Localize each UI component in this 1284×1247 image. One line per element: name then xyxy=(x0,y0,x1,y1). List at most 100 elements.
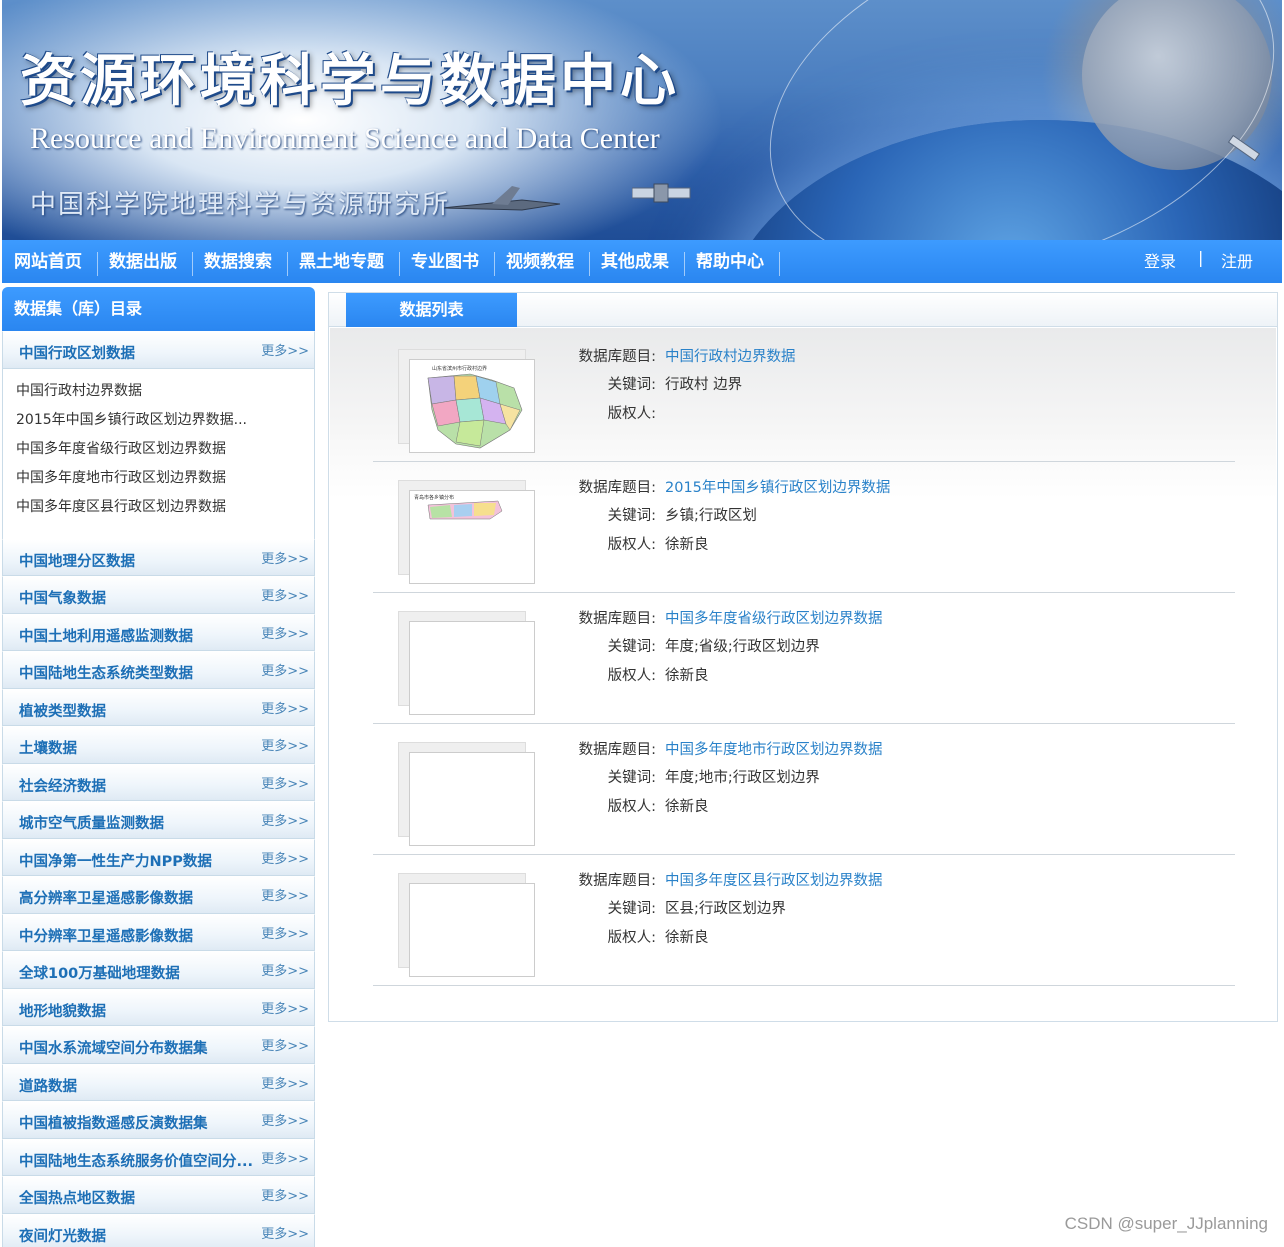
nav-video-tutorials[interactable]: 视频教程 xyxy=(506,250,574,274)
category-row[interactable]: 中国陆地生态系统类型数据 更多>> xyxy=(2,651,315,689)
keywords-value: 年度;省级;行政区划边界 xyxy=(665,639,820,655)
category-name[interactable]: 社会经济数据 xyxy=(19,775,106,796)
category-name[interactable]: 中国气象数据 xyxy=(19,587,106,608)
owner-value: 徐新良 xyxy=(665,537,709,553)
dataset-thumbnail[interactable]: 青岛市各乡镇分布 xyxy=(409,490,535,584)
nav-help-center[interactable]: 帮助中心 xyxy=(696,250,764,274)
dataset-title-link[interactable]: 中国多年度地市行政区划边界数据 xyxy=(665,738,883,759)
sublist-item[interactable]: 2015年中国乡镇行政区划边界数据... xyxy=(16,406,301,435)
nav-books[interactable]: 专业图书 xyxy=(411,250,479,274)
category-row[interactable]: 地形地貌数据 更多>> xyxy=(2,988,315,1026)
category-name[interactable]: 中国陆地生态系统类型数据 xyxy=(19,662,193,683)
keywords-value: 区县;行政区划边界 xyxy=(665,901,786,917)
sublist-item[interactable]: 中国行政村边界数据 xyxy=(16,377,301,406)
category-row[interactable]: 全球100万基础地理数据 更多>> xyxy=(2,951,315,989)
category-row[interactable]: 中国地理分区数据 更多>> xyxy=(2,538,315,576)
more-link[interactable]: 更多>> xyxy=(261,773,309,792)
login-link[interactable]: 登录 xyxy=(1144,248,1176,272)
category-row[interactable]: 道路数据 更多>> xyxy=(2,1063,315,1101)
category-row[interactable]: 植被类型数据 更多>> xyxy=(2,688,315,726)
dataset-thumbnail[interactable] xyxy=(409,883,535,977)
sublist-item[interactable]: 中国多年度区县行政区划边界数据 xyxy=(16,493,301,522)
more-link[interactable]: 更多>> xyxy=(261,1148,309,1167)
more-link[interactable]: 更多>> xyxy=(261,1185,309,1204)
more-link[interactable]: 更多>> xyxy=(261,923,309,942)
more-link[interactable]: 更多>> xyxy=(261,735,309,754)
dataset-thumbnail[interactable]: 山东省滨州市行政村边界 xyxy=(409,359,535,453)
category-row[interactable]: 全国热点地区数据 更多>> xyxy=(2,1176,315,1214)
more-link[interactable]: 更多>> xyxy=(261,585,309,604)
more-link[interactable]: 更多>> xyxy=(261,960,309,979)
site-title-en: Resource and Environment Science and Dat… xyxy=(30,122,660,155)
category-row[interactable]: 社会经济数据 更多>> xyxy=(2,763,315,801)
category-sublist: 中国行政村边界数据 2015年中国乡镇行政区划边界数据... 中国多年度省级行政… xyxy=(2,368,315,539)
dataset-title-link[interactable]: 2015年中国乡镇行政区划边界数据 xyxy=(665,476,890,497)
dataset-thumbnail[interactable] xyxy=(409,621,535,715)
sublist-item[interactable]: 中国多年度省级行政区划边界数据 xyxy=(16,435,301,464)
dataset-catalog-sidebar: 数据集（库）目录 中国行政区划数据 更多>> 中国行政村边界数据 2015年中国… xyxy=(2,287,315,1247)
nav-black-soil[interactable]: 黑土地专题 xyxy=(299,250,384,274)
category-name[interactable]: 全球100万基础地理数据 xyxy=(19,962,180,983)
title-label: 数据库题目: xyxy=(578,873,656,889)
category-name[interactable]: 中国净第一性生产力NPP数据 xyxy=(19,850,212,871)
category-row[interactable]: 夜间灯光数据 更多>> xyxy=(2,1213,315,1247)
category-name[interactable]: 中国陆地生态系统服务价值空间分... xyxy=(19,1150,253,1171)
nav-home[interactable]: 网站首页 xyxy=(14,250,82,274)
category-name[interactable]: 中国土地利用遥感监测数据 xyxy=(19,625,193,646)
category-name[interactable]: 土壤数据 xyxy=(19,737,77,758)
more-link[interactable]: 更多>> xyxy=(261,623,309,642)
more-link[interactable]: 更多>> xyxy=(261,548,309,567)
more-link[interactable]: 更多>> xyxy=(261,660,309,679)
category-row[interactable]: 中国土地利用遥感监测数据 更多>> xyxy=(2,613,315,651)
category-name[interactable]: 全国热点地区数据 xyxy=(19,1187,135,1208)
category-row[interactable]: 中国净第一性生产力NPP数据 更多>> xyxy=(2,838,315,876)
category-name[interactable]: 中国水系流域空间分布数据集 xyxy=(19,1037,208,1058)
category-name[interactable]: 中国行政区划数据 xyxy=(19,342,135,363)
keywords-label: 关键词: xyxy=(607,770,656,786)
category-row[interactable]: 中国水系流域空间分布数据集 更多>> xyxy=(2,1026,315,1064)
category-name[interactable]: 地形地貌数据 xyxy=(19,1000,106,1021)
more-link[interactable]: 更多>> xyxy=(261,848,309,867)
category-row[interactable]: 中国气象数据 更多>> xyxy=(2,576,315,614)
category-name[interactable]: 中分辨率卫星遥感影像数据 xyxy=(19,925,193,946)
more-link[interactable]: 更多>> xyxy=(261,1035,309,1054)
dataset-entry: 青岛市各乡镇分布 数据库题目: 2015年中国乡镇行政区划边界数据 关键词: 乡… xyxy=(373,462,1235,593)
nav-data-search[interactable]: 数据搜索 xyxy=(204,250,272,274)
category-name[interactable]: 道路数据 xyxy=(19,1075,77,1096)
category-name[interactable]: 城市空气质量监测数据 xyxy=(19,812,164,833)
more-link[interactable]: 更多>> xyxy=(261,810,309,829)
more-link[interactable]: 更多>> xyxy=(261,1110,309,1129)
category-row[interactable]: 中国陆地生态系统服务价值空间分... 更多>> xyxy=(2,1138,315,1176)
keywords-label: 关键词: xyxy=(607,508,656,524)
more-link[interactable]: 更多>> xyxy=(261,698,309,717)
sublist-item[interactable]: 中国多年度地市行政区划边界数据 xyxy=(16,464,301,493)
more-link[interactable]: 更多>> xyxy=(261,1073,309,1092)
tab-data-list[interactable]: 数据列表 xyxy=(346,293,517,327)
category-row[interactable]: 土壤数据 更多>> xyxy=(2,726,315,764)
category-list: 中国地理分区数据 更多>> 中国气象数据 更多>> 中国土地利用遥感监测数据 更多>>… xyxy=(2,538,315,1247)
nav-other-results[interactable]: 其他成果 xyxy=(601,250,669,274)
more-link[interactable]: 更多>> xyxy=(261,1223,309,1242)
category-row-admin-division[interactable]: 中国行政区划数据 更多>> xyxy=(2,331,315,369)
category-row[interactable]: 中国植被指数遥感反演数据集 更多>> xyxy=(2,1101,315,1139)
more-link[interactable]: 更多>> xyxy=(261,340,309,359)
category-row[interactable]: 高分辨率卫星遥感影像数据 更多>> xyxy=(2,876,315,914)
category-name[interactable]: 中国地理分区数据 xyxy=(19,550,135,571)
dataset-title-link[interactable]: 中国多年度区县行政区划边界数据 xyxy=(665,869,883,890)
category-row[interactable]: 城市空气质量监测数据 更多>> xyxy=(2,801,315,839)
map-thumbnail-graphic: 青岛市各乡镇分布 xyxy=(414,494,503,520)
category-name[interactable]: 高分辨率卫星遥感影像数据 xyxy=(19,887,193,908)
more-link[interactable]: 更多>> xyxy=(261,885,309,904)
more-link[interactable]: 更多>> xyxy=(261,998,309,1017)
nav-data-publishing[interactable]: 数据出版 xyxy=(109,250,177,274)
dataset-title-link[interactable]: 中国行政村边界数据 xyxy=(665,345,796,366)
nav-separator xyxy=(97,252,98,276)
category-name[interactable]: 夜间灯光数据 xyxy=(19,1225,106,1246)
category-name[interactable]: 植被类型数据 xyxy=(19,700,106,721)
nav-separator xyxy=(192,252,193,276)
category-row[interactable]: 中分辨率卫星遥感影像数据 更多>> xyxy=(2,913,315,951)
category-name[interactable]: 中国植被指数遥感反演数据集 xyxy=(19,1112,208,1133)
dataset-title-link[interactable]: 中国多年度省级行政区划边界数据 xyxy=(665,607,883,628)
register-link[interactable]: 注册 xyxy=(1221,248,1253,272)
dataset-thumbnail[interactable] xyxy=(409,752,535,846)
